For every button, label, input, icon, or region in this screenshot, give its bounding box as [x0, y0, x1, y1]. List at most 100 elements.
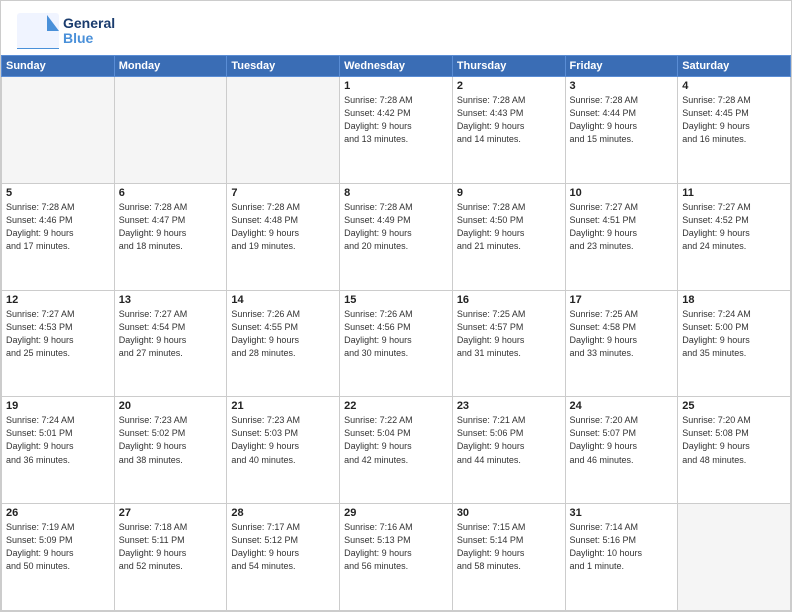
- day-cell: [678, 504, 791, 611]
- day-info: Sunrise: 7:22 AM Sunset: 5:04 PM Dayligh…: [344, 414, 448, 466]
- day-cell: 31 Sunrise: 7:14 AM Sunset: 5:16 PM Dayli…: [565, 504, 678, 611]
- day-cell: 16 Sunrise: 7:25 AM Sunset: 4:57 PM Dayli…: [452, 290, 565, 397]
- day-number: 17: [570, 294, 674, 306]
- logo-general: General: [63, 16, 115, 31]
- logo: General Blue: [17, 13, 115, 49]
- weekday-saturday: Saturday: [678, 56, 791, 77]
- day-info: Sunrise: 7:25 AM Sunset: 4:57 PM Dayligh…: [457, 308, 561, 360]
- weekday-thursday: Thursday: [452, 56, 565, 77]
- day-number: 2: [457, 80, 561, 92]
- day-info: Sunrise: 7:27 AM Sunset: 4:54 PM Dayligh…: [119, 308, 223, 360]
- day-info: Sunrise: 7:28 AM Sunset: 4:47 PM Dayligh…: [119, 201, 223, 253]
- day-info: Sunrise: 7:28 AM Sunset: 4:46 PM Dayligh…: [6, 201, 110, 253]
- day-info: Sunrise: 7:27 AM Sunset: 4:51 PM Dayligh…: [570, 201, 674, 253]
- day-number: 31: [570, 507, 674, 519]
- week-row-4: 26 Sunrise: 7:19 AM Sunset: 5:09 PM Dayli…: [2, 504, 791, 611]
- day-number: 6: [119, 187, 223, 199]
- day-number: 20: [119, 400, 223, 412]
- day-cell: 3Sunrise: 7:28 AM Sunset: 4:44 PM Daylig…: [565, 77, 678, 184]
- day-info: Sunrise: 7:28 AM Sunset: 4:50 PM Dayligh…: [457, 201, 561, 253]
- day-number: 27: [119, 507, 223, 519]
- day-number: 25: [682, 400, 786, 412]
- day-cell: 20 Sunrise: 7:23 AM Sunset: 5:02 PM Dayli…: [114, 397, 227, 504]
- day-number: 21: [231, 400, 335, 412]
- day-number: 29: [344, 507, 448, 519]
- day-cell: 19 Sunrise: 7:24 AM Sunset: 5:01 PM Dayli…: [2, 397, 115, 504]
- day-info: Sunrise: 7:28 AM Sunset: 4:43 PM Dayligh…: [457, 94, 561, 146]
- week-row-3: 19 Sunrise: 7:24 AM Sunset: 5:01 PM Dayli…: [2, 397, 791, 504]
- day-cell: 26 Sunrise: 7:19 AM Sunset: 5:09 PM Dayli…: [2, 504, 115, 611]
- weekday-friday: Friday: [565, 56, 678, 77]
- day-info: Sunrise: 7:15 AM Sunset: 5:14 PM Dayligh…: [457, 521, 561, 573]
- day-number: 9: [457, 187, 561, 199]
- day-info: Sunrise: 7:23 AM Sunset: 5:03 PM Dayligh…: [231, 414, 335, 466]
- day-number: 16: [457, 294, 561, 306]
- day-cell: 17 Sunrise: 7:25 AM Sunset: 4:58 PM Dayli…: [565, 290, 678, 397]
- day-number: 7: [231, 187, 335, 199]
- day-cell: 18Sunrise: 7:24 AM Sunset: 5:00 PM Dayli…: [678, 290, 791, 397]
- day-info: Sunrise: 7:24 AM Sunset: 5:01 PM Dayligh…: [6, 414, 110, 466]
- day-cell: 22 Sunrise: 7:22 AM Sunset: 5:04 PM Dayli…: [340, 397, 453, 504]
- day-number: 1: [344, 80, 448, 92]
- day-cell: 5 Sunrise: 7:28 AM Sunset: 4:46 PM Daylig…: [2, 183, 115, 290]
- day-info: Sunrise: 7:27 AM Sunset: 4:53 PM Dayligh…: [6, 308, 110, 360]
- day-number: 10: [570, 187, 674, 199]
- day-info: Sunrise: 7:28 AM Sunset: 4:45 PM Dayligh…: [682, 94, 786, 146]
- day-cell: [114, 77, 227, 184]
- day-cell: 29Sunrise: 7:16 AM Sunset: 5:13 PM Dayli…: [340, 504, 453, 611]
- day-cell: 9 Sunrise: 7:28 AM Sunset: 4:50 PM Daylig…: [452, 183, 565, 290]
- day-number: 5: [6, 187, 110, 199]
- weekday-sunday: Sunday: [2, 56, 115, 77]
- day-number: 30: [457, 507, 561, 519]
- logo-blue: Blue: [63, 31, 115, 46]
- day-number: 15: [344, 294, 448, 306]
- day-cell: 15 Sunrise: 7:26 AM Sunset: 4:56 PM Dayli…: [340, 290, 453, 397]
- day-cell: 23 Sunrise: 7:21 AM Sunset: 5:06 PM Dayli…: [452, 397, 565, 504]
- calendar-table: SundayMondayTuesdayWednesdayThursdayFrid…: [1, 55, 791, 611]
- day-info: Sunrise: 7:14 AM Sunset: 5:16 PM Dayligh…: [570, 521, 674, 573]
- day-cell: 7 Sunrise: 7:28 AM Sunset: 4:48 PM Daylig…: [227, 183, 340, 290]
- day-cell: 25 Sunrise: 7:20 AM Sunset: 5:08 PM Dayli…: [678, 397, 791, 504]
- weekday-wednesday: Wednesday: [340, 56, 453, 77]
- day-info: Sunrise: 7:20 AM Sunset: 5:08 PM Dayligh…: [682, 414, 786, 466]
- day-info: Sunrise: 7:27 AM Sunset: 4:52 PM Dayligh…: [682, 201, 786, 253]
- day-cell: 1Sunrise: 7:28 AM Sunset: 4:42 PM Daylig…: [340, 77, 453, 184]
- day-info: Sunrise: 7:28 AM Sunset: 4:48 PM Dayligh…: [231, 201, 335, 253]
- logo-svg: [17, 13, 59, 49]
- day-info: Sunrise: 7:23 AM Sunset: 5:02 PM Dayligh…: [119, 414, 223, 466]
- day-number: 19: [6, 400, 110, 412]
- weekday-monday: Monday: [114, 56, 227, 77]
- day-number: 11: [682, 187, 786, 199]
- day-info: Sunrise: 7:26 AM Sunset: 4:55 PM Dayligh…: [231, 308, 335, 360]
- day-info: Sunrise: 7:18 AM Sunset: 5:11 PM Dayligh…: [119, 521, 223, 573]
- day-number: 22: [344, 400, 448, 412]
- day-number: 14: [231, 294, 335, 306]
- day-cell: 4 Sunrise: 7:28 AM Sunset: 4:45 PM Daylig…: [678, 77, 791, 184]
- day-number: 26: [6, 507, 110, 519]
- day-number: 18: [682, 294, 786, 306]
- week-row-2: 12 Sunrise: 7:27 AM Sunset: 4:53 PM Dayli…: [2, 290, 791, 397]
- day-cell: 11 Sunrise: 7:27 AM Sunset: 4:52 PM Dayli…: [678, 183, 791, 290]
- day-cell: 14 Sunrise: 7:26 AM Sunset: 4:55 PM Dayli…: [227, 290, 340, 397]
- day-number: 24: [570, 400, 674, 412]
- day-cell: [2, 77, 115, 184]
- day-info: Sunrise: 7:20 AM Sunset: 5:07 PM Dayligh…: [570, 414, 674, 466]
- day-number: 13: [119, 294, 223, 306]
- day-number: 28: [231, 507, 335, 519]
- day-info: Sunrise: 7:28 AM Sunset: 4:49 PM Dayligh…: [344, 201, 448, 253]
- day-info: Sunrise: 7:17 AM Sunset: 5:12 PM Dayligh…: [231, 521, 335, 573]
- day-cell: 13 Sunrise: 7:27 AM Sunset: 4:54 PM Dayli…: [114, 290, 227, 397]
- day-number: 4: [682, 80, 786, 92]
- day-info: Sunrise: 7:25 AM Sunset: 4:58 PM Dayligh…: [570, 308, 674, 360]
- day-number: 3: [570, 80, 674, 92]
- day-info: Sunrise: 7:19 AM Sunset: 5:09 PM Dayligh…: [6, 521, 110, 573]
- day-cell: [227, 77, 340, 184]
- day-cell: 12 Sunrise: 7:27 AM Sunset: 4:53 PM Dayli…: [2, 290, 115, 397]
- day-cell: 21 Sunrise: 7:23 AM Sunset: 5:03 PM Dayli…: [227, 397, 340, 504]
- day-info: Sunrise: 7:26 AM Sunset: 4:56 PM Dayligh…: [344, 308, 448, 360]
- day-number: 23: [457, 400, 561, 412]
- day-number: 8: [344, 187, 448, 199]
- day-number: 12: [6, 294, 110, 306]
- day-cell: 10 Sunrise: 7:27 AM Sunset: 4:51 PM Dayli…: [565, 183, 678, 290]
- day-info: Sunrise: 7:21 AM Sunset: 5:06 PM Dayligh…: [457, 414, 561, 466]
